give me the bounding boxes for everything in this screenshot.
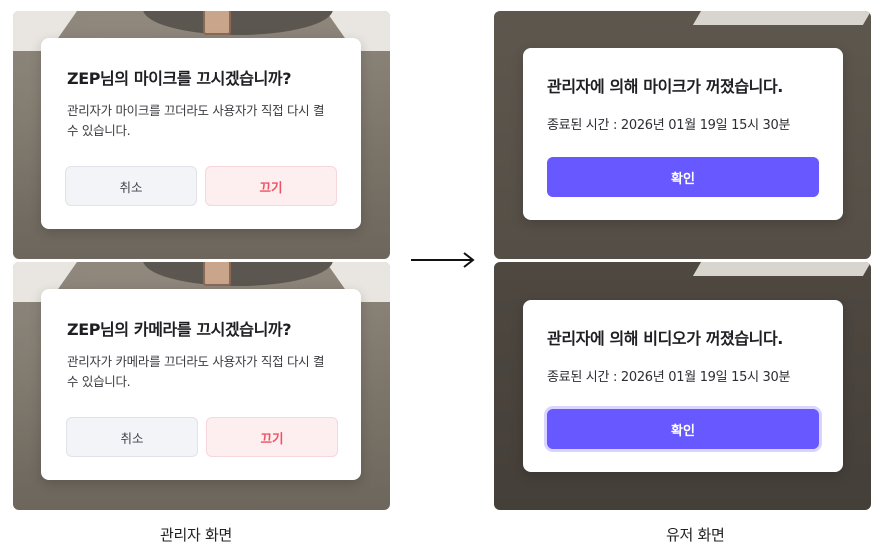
confirm-button[interactable]: 확인 bbox=[547, 157, 819, 197]
dialog-title: ZEP님의 마이크를 끄시겠습니까? bbox=[67, 69, 292, 88]
user-video-panel: 관리자에 의해 비디오가 꺼졌습니다. 종료된 시간 : 2026년 01월 1… bbox=[494, 262, 871, 510]
admin-screen-caption: 관리자 화면 bbox=[160, 526, 232, 544]
dialog-message: 관리자가 카메라를 끄더라도 사용자가 직접 다시 켤 수 있습니다. bbox=[67, 354, 325, 389]
cancel-button[interactable]: 취소 bbox=[66, 417, 198, 457]
mic-turned-off-dialog: 관리자에 의해 마이크가 꺼졌습니다. 종료된 시간 : 2026년 01월 1… bbox=[523, 48, 843, 220]
dialog-title: 관리자에 의해 비디오가 꺼졌습니다. bbox=[547, 329, 783, 348]
user-mic-panel: 관리자에 의해 마이크가 꺼졌습니다. 종료된 시간 : 2026년 01월 1… bbox=[494, 11, 871, 259]
user-screen-caption: 유저 화면 bbox=[666, 526, 725, 544]
admin-camera-panel: ZEP님의 카메라를 끄시겠습니까? 관리자가 카메라를 끄더라도 사용자가 직… bbox=[13, 262, 390, 510]
dialog-title: ZEP님의 카메라를 끄시겠습니까? bbox=[67, 320, 292, 339]
admin-mic-panel: ZEP님의 마이크를 끄시겠습니까? 관리자가 마이크를 끄더라도 사용자가 직… bbox=[13, 11, 390, 259]
game-scene-background bbox=[692, 262, 871, 276]
ended-time-text: 종료된 시간 : 2026년 01월 19일 15시 30분 bbox=[547, 118, 791, 133]
arrow-right-icon bbox=[411, 252, 475, 268]
mic-off-confirm-dialog: ZEP님의 마이크를 끄시겠습니까? 관리자가 마이크를 끄더라도 사용자가 직… bbox=[41, 38, 361, 229]
ended-time-text: 종료된 시간 : 2026년 01월 19일 15시 30분 bbox=[547, 370, 791, 385]
dialog-title: 관리자에 의해 마이크가 꺼졌습니다. bbox=[547, 77, 783, 96]
turn-off-button[interactable]: 끄기 bbox=[205, 166, 337, 206]
cancel-button[interactable]: 취소 bbox=[65, 166, 197, 206]
dialog-message: 관리자가 마이크를 끄더라도 사용자가 직접 다시 켤 수 있습니다. bbox=[67, 103, 325, 138]
confirm-button[interactable]: 확인 bbox=[547, 409, 819, 449]
camera-off-confirm-dialog: ZEP님의 카메라를 끄시겠습니까? 관리자가 카메라를 끄더라도 사용자가 직… bbox=[41, 289, 361, 480]
turn-off-button[interactable]: 끄기 bbox=[206, 417, 338, 457]
game-scene-background bbox=[692, 11, 871, 25]
video-turned-off-dialog: 관리자에 의해 비디오가 꺼졌습니다. 종료된 시간 : 2026년 01월 1… bbox=[523, 300, 843, 472]
